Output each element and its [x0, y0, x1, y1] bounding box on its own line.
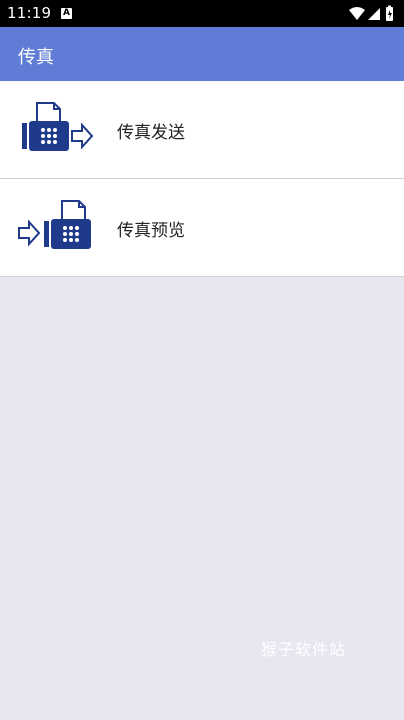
fax-preview-icon: [18, 200, 91, 249]
page-title: 传真: [18, 47, 54, 68]
battery-icon: [386, 5, 393, 21]
status-bar: 11:19 A: [0, 0, 404, 27]
wifi-icon: [349, 7, 365, 20]
menu-item-label: 传真预览: [117, 221, 185, 241]
watermark: 猴子软件站: [261, 640, 347, 659]
menu-item-fax-preview[interactable]: 传真预览: [0, 179, 404, 277]
status-icons: [349, 5, 393, 21]
menu-item-label: 传真发送: [117, 123, 185, 143]
fax-send-icon: [22, 102, 94, 151]
status-time: 11:19: [7, 4, 52, 22]
notification-a-icon: A: [61, 8, 72, 19]
app-bar: 传真: [0, 27, 404, 81]
menu-item-fax-send[interactable]: 传真发送: [0, 81, 404, 179]
signal-icon: [368, 8, 380, 20]
